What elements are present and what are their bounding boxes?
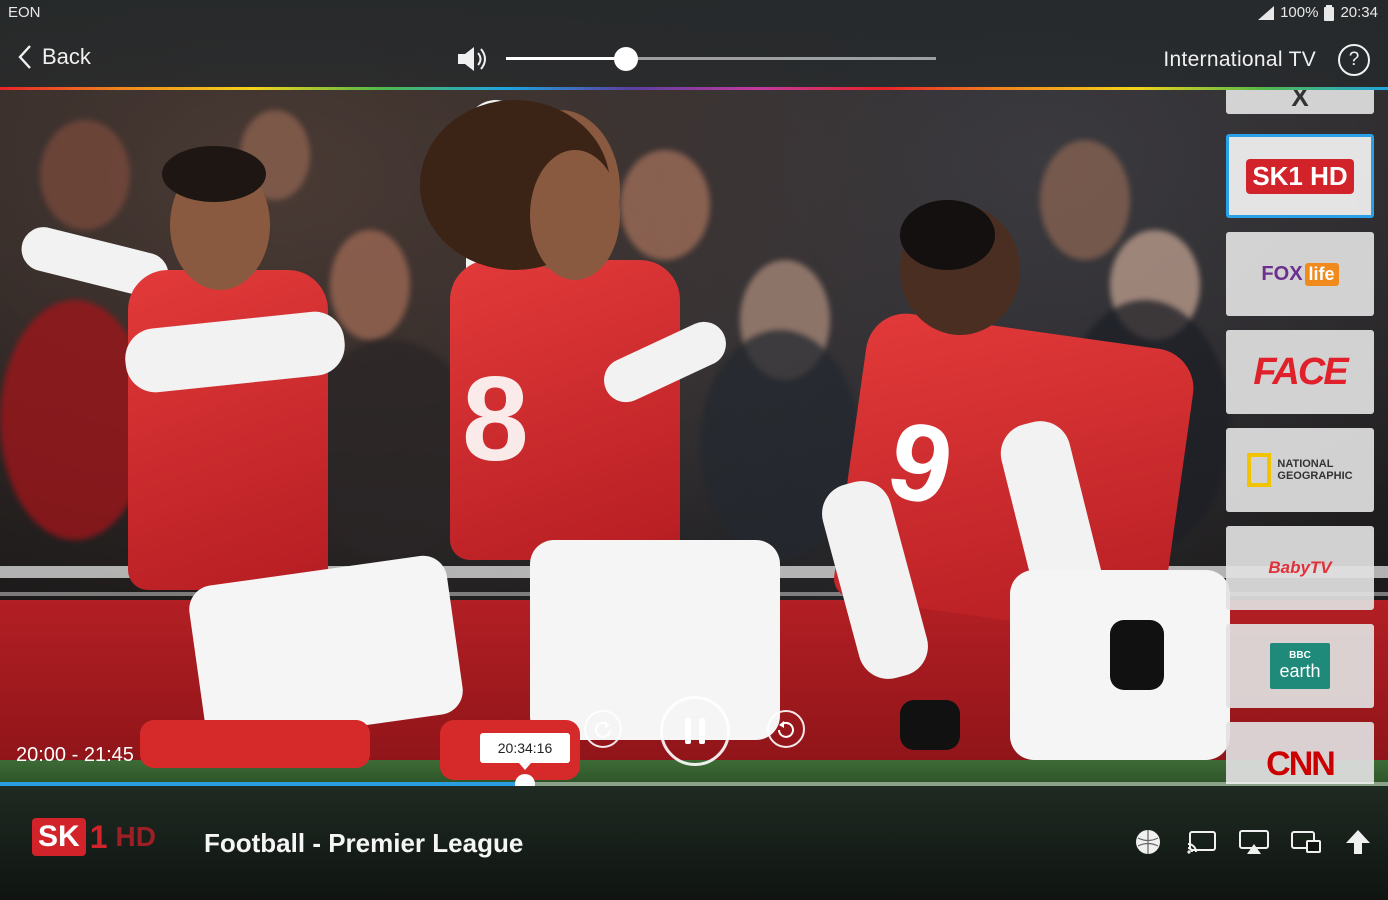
- cast-icon: [1187, 831, 1216, 854]
- airplay-button[interactable]: [1238, 828, 1270, 856]
- volume-fill: [506, 57, 626, 60]
- scroll-up-button[interactable]: [1344, 828, 1372, 856]
- brand-rainbow-divider: [0, 87, 1388, 90]
- channel-item-face[interactable]: FACE: [1226, 330, 1374, 414]
- program-title: Football - Premier League: [204, 828, 524, 858]
- pause-icon: [685, 718, 705, 744]
- channel-item-sk1-hd[interactable]: SK1 HD: [1226, 134, 1374, 218]
- volume-control[interactable]: [456, 44, 936, 74]
- battery-icon: [1324, 4, 1335, 21]
- battery-percent: 100%: [1280, 4, 1319, 21]
- channel-item-fox-life[interactable]: FOX life: [1226, 232, 1374, 316]
- back-button[interactable]: Back: [18, 44, 91, 70]
- help-button[interactable]: ?: [1338, 44, 1370, 76]
- program-time-range: 20:00 - 21:45: [16, 744, 134, 766]
- arrow-up-icon: [1346, 830, 1370, 854]
- channel-logo: BabyTV: [1268, 558, 1332, 577]
- speaker-icon[interactable]: [456, 44, 490, 74]
- airplay-icon: [1239, 830, 1269, 854]
- current-time-tooltip: 20:34:16: [480, 733, 570, 770]
- sports-button[interactable]: [1134, 828, 1162, 856]
- status-bar: EON 100% 20:34: [0, 0, 1388, 28]
- channel-logo: SK1 HD: [1246, 158, 1354, 194]
- channel-item-bbc-earth[interactable]: BBC earth: [1226, 624, 1374, 708]
- picture-in-picture-button[interactable]: [1290, 828, 1322, 856]
- question-circle-icon: ?: [1348, 49, 1360, 70]
- chevron-left-icon: [18, 45, 31, 69]
- replay-icon: [595, 721, 611, 738]
- channel-item-cnn[interactable]: CNN: [1226, 722, 1374, 784]
- restart-icon: [778, 721, 794, 738]
- cast-button[interactable]: [1186, 828, 1218, 856]
- channel-item-x[interactable]: X: [1226, 90, 1374, 114]
- volume-slider-knob[interactable]: [614, 47, 638, 71]
- channel-item-national-geographic[interactable]: NATIONAL GEOGRAPHIC: [1226, 428, 1374, 512]
- channel-logo-part: 1: [89, 818, 108, 855]
- picture-in-picture-icon: [1291, 831, 1321, 853]
- natgeo-frame-icon: [1247, 453, 1272, 487]
- carrier-label: EON: [8, 4, 41, 21]
- back-label: Back: [42, 44, 91, 69]
- channel-logo-part: FOX: [1261, 262, 1303, 285]
- channel-list[interactable]: X SK1 HD FOX life FACE NATIONAL GEOGRAPH…: [1226, 90, 1376, 784]
- channel-logo-part: life: [1304, 262, 1339, 286]
- channel-logo-part: earth: [1279, 661, 1321, 681]
- channel-logo: CNN: [1266, 744, 1336, 783]
- status-right: 100% 20:34: [1258, 4, 1378, 21]
- channel-logo-part: SK: [32, 818, 86, 856]
- channel-logo-part: BBC: [1289, 650, 1311, 661]
- signal-icon: [1258, 5, 1275, 20]
- pause-button[interactable]: [660, 696, 730, 766]
- channel-logo-part: GEOGRAPHIC: [1277, 470, 1353, 482]
- rewind-button[interactable]: [584, 710, 622, 748]
- ball-icon: [1136, 830, 1160, 854]
- channel-logo-part: HD: [115, 821, 156, 852]
- channel-logo-part: NATIONAL: [1277, 458, 1334, 470]
- section-title: International TV: [1163, 48, 1316, 71]
- restart-button[interactable]: [767, 710, 805, 748]
- now-playing-channel-logo: SK 1 HD: [32, 818, 156, 856]
- channel-logo: X: [1291, 90, 1309, 112]
- tv-player-screen: 8 9 EON 100% 20:34 Back International TV…: [0, 0, 1388, 900]
- channel-logo: FACE: [1253, 350, 1348, 393]
- clock: 20:34: [1340, 4, 1378, 21]
- channel-item-babytv[interactable]: BabyTV: [1226, 526, 1374, 610]
